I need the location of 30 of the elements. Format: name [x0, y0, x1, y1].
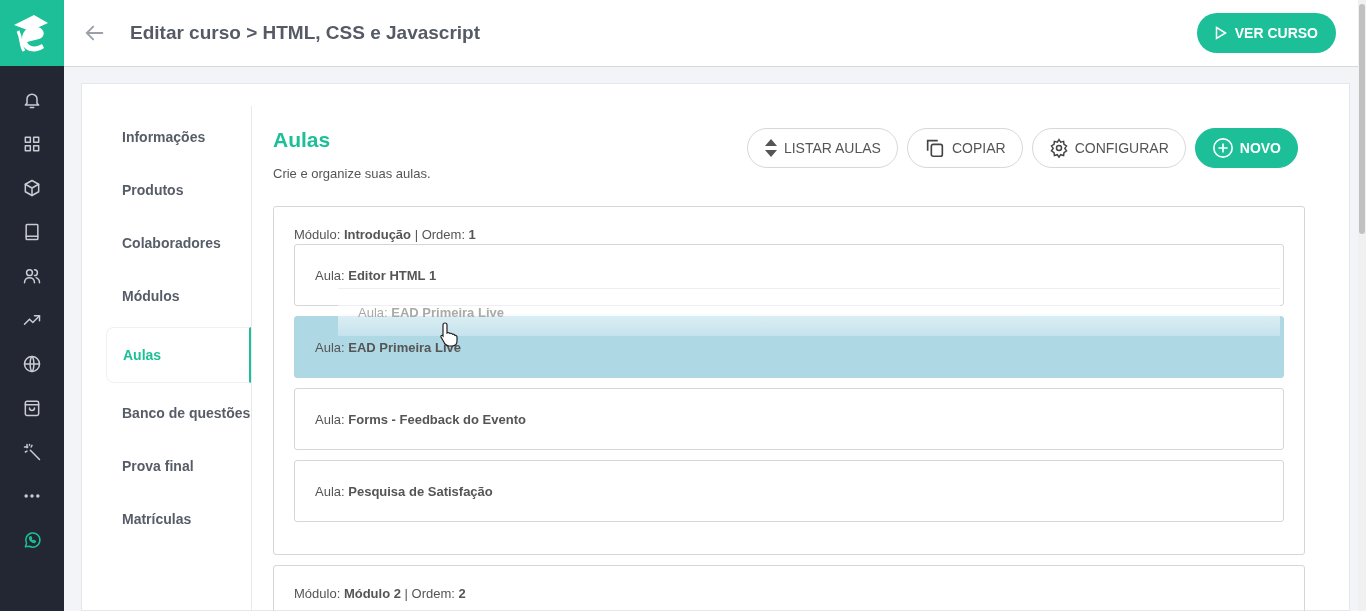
- magic-wand-icon[interactable]: [22, 442, 42, 462]
- book-icon[interactable]: [22, 222, 42, 242]
- nav-tab[interactable]: Colaboradores: [106, 221, 251, 266]
- module-heading: Módulo: Módulo 2 | Ordem: 2: [294, 586, 467, 601]
- globe-icon[interactable]: [22, 354, 42, 374]
- play-icon: [1214, 26, 1227, 40]
- sort-icon: [763, 138, 778, 158]
- users-icon[interactable]: [22, 266, 42, 286]
- configure-button[interactable]: CONFIGURAR: [1031, 128, 1186, 168]
- shopping-bag-icon[interactable]: [22, 398, 42, 418]
- settings-icon: [1048, 138, 1069, 158]
- module-heading: Módulo: Introdução | Ordem: 1: [294, 227, 477, 242]
- section-subtitle: Crie e organize suas aulas.: [273, 166, 431, 181]
- chat-bubble-icon[interactable]: [22, 530, 42, 550]
- nav-tab[interactable]: Módulos: [106, 274, 251, 319]
- grid-icon[interactable]: [22, 134, 42, 154]
- nav-tab[interactable]: Produtos: [106, 168, 251, 213]
- cube-icon[interactable]: [22, 178, 42, 198]
- nav-tab[interactable]: Matrículas: [106, 497, 251, 542]
- section-title: Aulas: [273, 128, 332, 152]
- lesson-row[interactable]: Aula: Forms - Feedback do Evento: [294, 388, 1284, 450]
- lesson-row[interactable]: Aula: Pesquisa de Satisfação: [294, 460, 1284, 522]
- page-title: Editar curso > HTML, CSS e Javascript: [130, 22, 482, 44]
- nav-tab[interactable]: Banco de questões: [106, 391, 251, 436]
- plus-circle-icon: [1211, 137, 1234, 159]
- nav-tab[interactable]: Informações: [106, 115, 251, 160]
- nav-tab[interactable]: Prova final: [106, 444, 251, 489]
- scrollbar-thumb[interactable]: [1359, 4, 1365, 234]
- list-lessons-button[interactable]: LISTAR AULAS: [746, 128, 898, 168]
- copy-button[interactable]: COPIAR: [906, 128, 1023, 168]
